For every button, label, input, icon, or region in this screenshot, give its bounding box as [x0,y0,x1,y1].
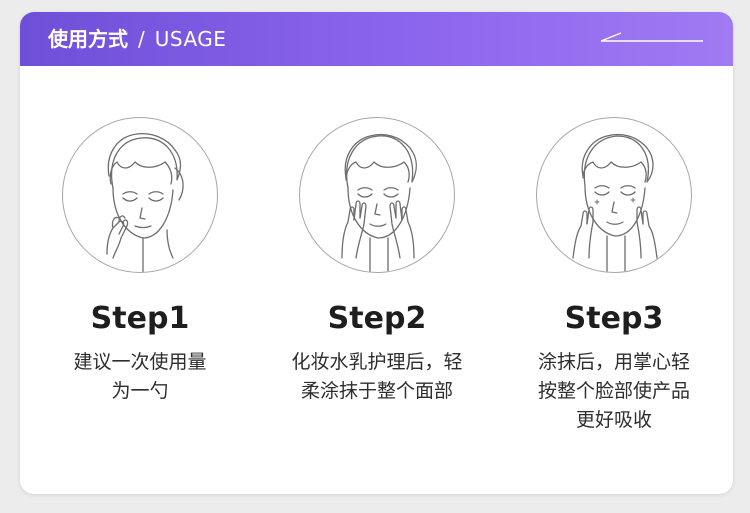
step-3: Step3 涂抹后，用掌心轻 按整个脸部使产品 更好吸收 [494,12,733,494]
step-3-desc-line: 按整个脸部使产品 [537,380,690,402]
step-1-title: Step1 [90,301,190,336]
step-2-title: Step2 [327,301,427,336]
step-1-illustration [62,117,218,273]
step-2-desc-line: 化妆水乳护理后，轻 [291,351,463,373]
step-1-description: 建议一次使用量 为一勺 [30,348,250,406]
step-2-illustration [299,117,455,273]
step-2: Step2 化妆水乳护理后，轻 柔涂抹于整个面部 [257,12,497,494]
usage-card: 使用方式 / USAGE Step1 建议一次使用量 为一勺 Step2 化妆水… [20,12,733,494]
face-palms-pressing-icon [572,133,658,272]
step-3-desc-line: 涂抹后，用掌心轻 [537,351,690,373]
face-hand-on-cheek-icon [106,132,184,272]
step-2-desc-line: 柔涂抹于整个面部 [300,380,453,402]
step-3-description: 涂抹后，用掌心轻 按整个脸部使产品 更好吸收 [504,348,724,435]
step-2-description: 化妆水乳护理后，轻 柔涂抹于整个面部 [267,348,487,406]
step-1-desc-line: 建议一次使用量 [73,351,207,373]
face-both-hands-on-cheeks-icon [341,133,417,272]
step-3-illustration [536,117,692,273]
step-1-desc-line: 为一勺 [111,380,169,402]
step-3-title: Step3 [564,301,664,336]
step-3-desc-line: 更好吸收 [575,409,652,431]
step-1: Step1 建议一次使用量 为一勺 [20,12,260,494]
